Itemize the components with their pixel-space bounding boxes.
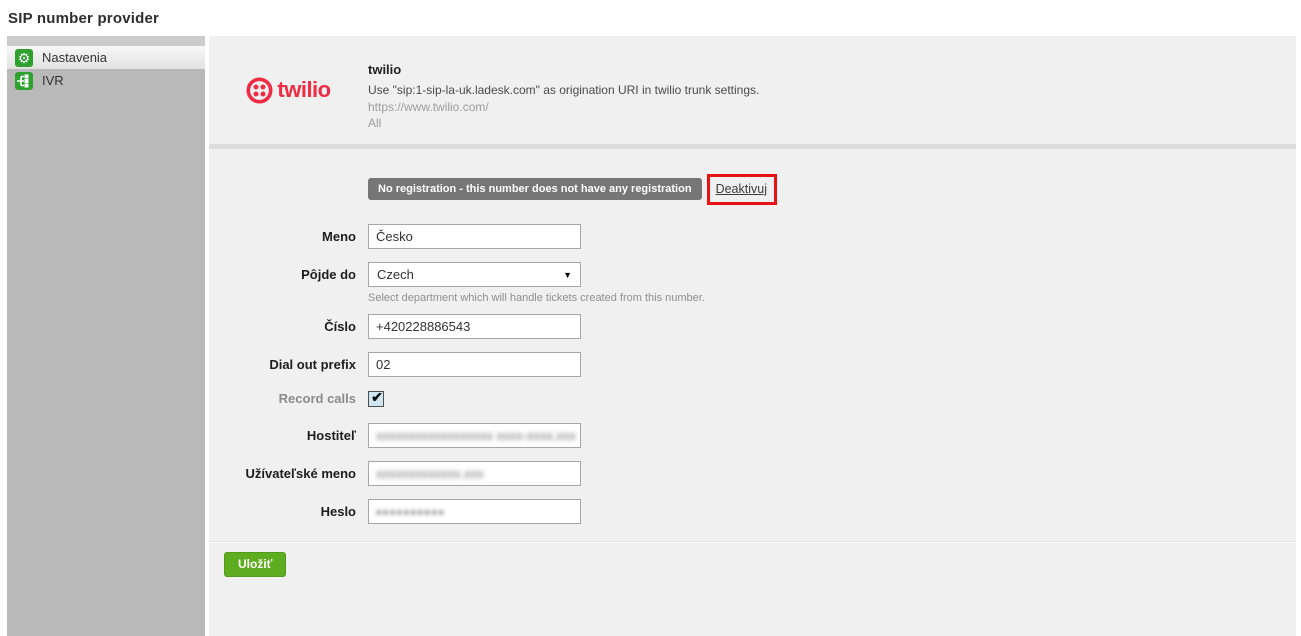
uzivatelske-meno-input[interactable]: xxxxxxxxxxxxx.xxx [368,461,581,486]
provider-header: twilio twilio Use "sip:1-sip-la-uk.lades… [209,36,1296,131]
section-divider [209,144,1296,149]
field-label-cislo: Číslo [209,314,368,339]
field-label-dial-out-prefix: Dial out prefix [209,352,368,377]
field-label-record-calls: Record calls [209,390,368,407]
deactivate-highlight-box: Deaktivuj [707,174,777,205]
form-row-uzivatelske-meno: Užívateľské meno xxxxxxxxxxxxx.xxx [209,461,1296,486]
save-button[interactable]: Uložiť [224,552,286,577]
sidebar-item-ivr[interactable]: IVR [7,69,205,92]
registration-status-badge: No registration - this number does not h… [368,178,702,200]
field-label-pojde-do: Pôjde do [209,262,368,304]
twilio-logo: twilio [246,76,330,104]
page-title: SIP number provider [8,10,159,27]
ivr-tree-icon [15,72,33,90]
hostitel-masked-value: xxxxxxxxxxxxxxxxxx xxxx-xxxx.xxx [376,428,576,443]
meno-input[interactable] [368,224,581,249]
gear-icon: ⚙ [15,49,33,67]
form-row-dial-out-prefix: Dial out prefix [209,352,1296,377]
cislo-input[interactable] [368,314,581,339]
provider-settings-panel: twilio twilio Use "sip:1-sip-la-uk.lades… [209,36,1296,636]
uzivatelske-meno-masked-value: xxxxxxxxxxxxx.xxx [376,466,484,481]
record-calls-checkbox[interactable]: ✔ [368,391,384,407]
sidebar-item-label: IVR [42,73,64,88]
provider-logo-column: twilio [209,62,368,131]
heslo-input[interactable]: ●●●●●●●●●● [368,499,581,524]
field-label-hostitel: Hostiteľ [209,423,368,448]
checkmark-icon: ✔ [371,389,383,406]
heslo-masked-value: ●●●●●●●●●● [376,507,445,517]
sidebar-item-nastavenia[interactable]: ⚙ Nastavenia [7,46,205,69]
provider-description: Use "sip:1-sip-la-uk.ladesk.com" as orig… [368,82,759,98]
form-row-pojde-do: Pôjde do Czech ▼ Select department which… [209,262,1296,304]
hostitel-input[interactable]: xxxxxxxxxxxxxxxxxx xxxx-xxxx.xxx [368,423,581,448]
registration-status-row: No registration - this number does not h… [368,175,1296,203]
department-helper-text: Select department which will handle tick… [368,292,705,304]
form-footer: Uložiť [209,541,1296,577]
sip-number-form: Meno Pôjde do Czech ▼ Select department … [209,224,1296,524]
chevron-down-icon: ▼ [563,270,572,280]
twilio-logo-mark-icon [246,77,273,104]
provider-info: twilio Use "sip:1-sip-la-uk.ladesk.com" … [368,62,759,131]
department-select[interactable]: Czech ▼ [368,262,581,287]
form-row-meno: Meno [209,224,1296,249]
form-row-cislo: Číslo [209,314,1296,339]
form-row-hostitel: Hostiteľ xxxxxxxxxxxxxxxxxx xxxx-xxxx.xx… [209,423,1296,448]
field-label-heslo: Heslo [209,499,368,524]
form-row-record-calls: Record calls ✔ [209,390,1296,407]
form-row-heslo: Heslo ●●●●●●●●●● [209,499,1296,524]
field-label-meno: Meno [209,224,368,249]
deactivate-link[interactable]: Deaktivuj [716,182,767,196]
department-select-value: Czech [377,267,414,282]
field-label-uzivatelske-meno: Užívateľské meno [209,461,368,486]
provider-name: twilio [368,62,759,78]
provider-url: https://www.twilio.com/ [368,99,759,115]
provider-availability: All [368,115,759,131]
twilio-wordmark: twilio [277,77,330,103]
dial-out-prefix-input[interactable] [368,352,581,377]
sidebar: ⚙ Nastavenia IVR [7,36,205,636]
sidebar-item-label: Nastavenia [42,50,107,65]
